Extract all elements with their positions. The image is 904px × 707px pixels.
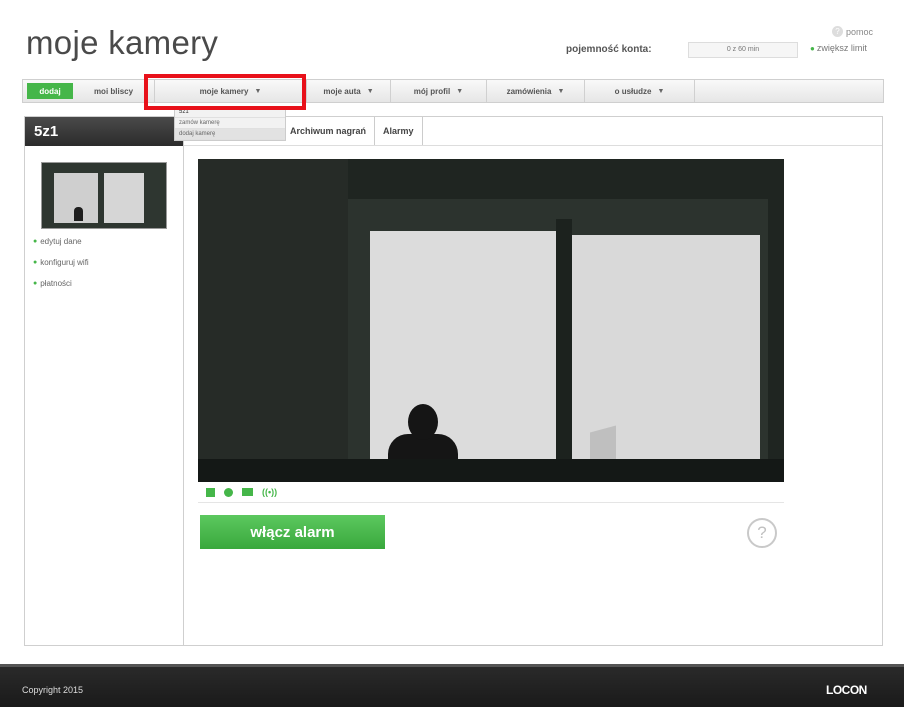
nav-item-family[interactable]: moi bliscy	[73, 80, 155, 102]
sidebar-links: ● edytuj dane ● konfiguruj wifi ● płatno…	[33, 237, 89, 300]
nav-item-orders[interactable]: zamówienia ▼	[487, 80, 585, 102]
stop-icon[interactable]	[206, 487, 215, 497]
bullet-icon: ●	[33, 238, 38, 245]
main-panel: Archiwum nagrań Alarmy ((•)) włącz alarm…	[183, 116, 883, 646]
tab-alarms[interactable]: Alarmy	[375, 117, 423, 145]
sidebar-link-payments[interactable]: ● płatności	[33, 279, 89, 288]
nav-item-my-cameras[interactable]: moje kamery ▼	[155, 80, 307, 102]
nav-item-about[interactable]: o usłudze ▼	[585, 80, 695, 102]
dropdown-item-camera[interactable]: 5z1	[175, 107, 285, 118]
enable-alarm-button[interactable]: włącz alarm	[200, 515, 385, 549]
help-link[interactable]: ? pomoc	[832, 26, 873, 37]
nav-item-my-cars[interactable]: moje auta ▼	[307, 80, 391, 102]
record-icon[interactable]	[224, 487, 233, 497]
help-circle-icon[interactable]: ?	[747, 518, 777, 548]
tab-bar: Archiwum nagrań Alarmy	[282, 117, 423, 145]
footer: Copyright 2015 LOCON	[0, 664, 904, 707]
nav-item-add[interactable]: dodaj	[27, 83, 73, 99]
increase-limit-link[interactable]: ● zwiększ limit	[810, 43, 867, 53]
my-cameras-dropdown: 5z1 zamów kamerę dodaj kamerę	[174, 106, 286, 141]
bullet-icon: ●	[33, 259, 38, 266]
increase-limit-label: zwiększ limit	[816, 43, 867, 53]
bullet-icon: ●	[810, 43, 815, 53]
bullet-icon: ●	[33, 280, 38, 287]
dropdown-item-add-camera[interactable]: dodaj kamerę	[175, 129, 285, 140]
help-label: pomoc	[846, 26, 874, 37]
signal-icon[interactable]: ((•))	[262, 487, 277, 497]
mail-icon[interactable]	[242, 488, 253, 496]
main-nav: dodaj moi bliscy moje kamery ▼ moje auta…	[22, 79, 884, 103]
page-title: moje kamery	[26, 24, 219, 61]
video-controls: ((•))	[206, 487, 277, 497]
capacity-indicator: 0 z 60 min	[688, 42, 798, 58]
chevron-down-icon: ▼	[557, 87, 565, 95]
sidebar-title: 5z1	[25, 117, 184, 146]
dropdown-item-order-camera[interactable]: zamów kamerę	[175, 118, 285, 129]
sidebar: 5z1 ● edytuj dane ● konfiguruj wifi ● pł…	[24, 116, 184, 646]
chevron-down-icon: ▼	[254, 87, 262, 95]
chevron-down-icon: ▼	[657, 87, 665, 95]
sidebar-link-wifi[interactable]: ● konfiguruj wifi	[33, 258, 89, 267]
nav-item-my-profile[interactable]: mój profil ▼	[391, 80, 487, 102]
camera-thumbnail[interactable]	[41, 162, 167, 229]
brand-logo[interactable]: LOCON	[826, 683, 867, 697]
sidebar-link-edit[interactable]: ● edytuj dane	[33, 237, 89, 246]
chevron-down-icon: ▼	[456, 87, 464, 95]
tab-recordings-archive[interactable]: Archiwum nagrań	[282, 117, 376, 145]
camera-video-feed[interactable]	[198, 159, 784, 482]
chevron-down-icon: ▼	[366, 87, 374, 95]
help-icon: ?	[832, 26, 843, 37]
capacity-label: pojemność konta:	[566, 44, 652, 55]
copyright-text: Copyright 2015	[22, 685, 84, 695]
